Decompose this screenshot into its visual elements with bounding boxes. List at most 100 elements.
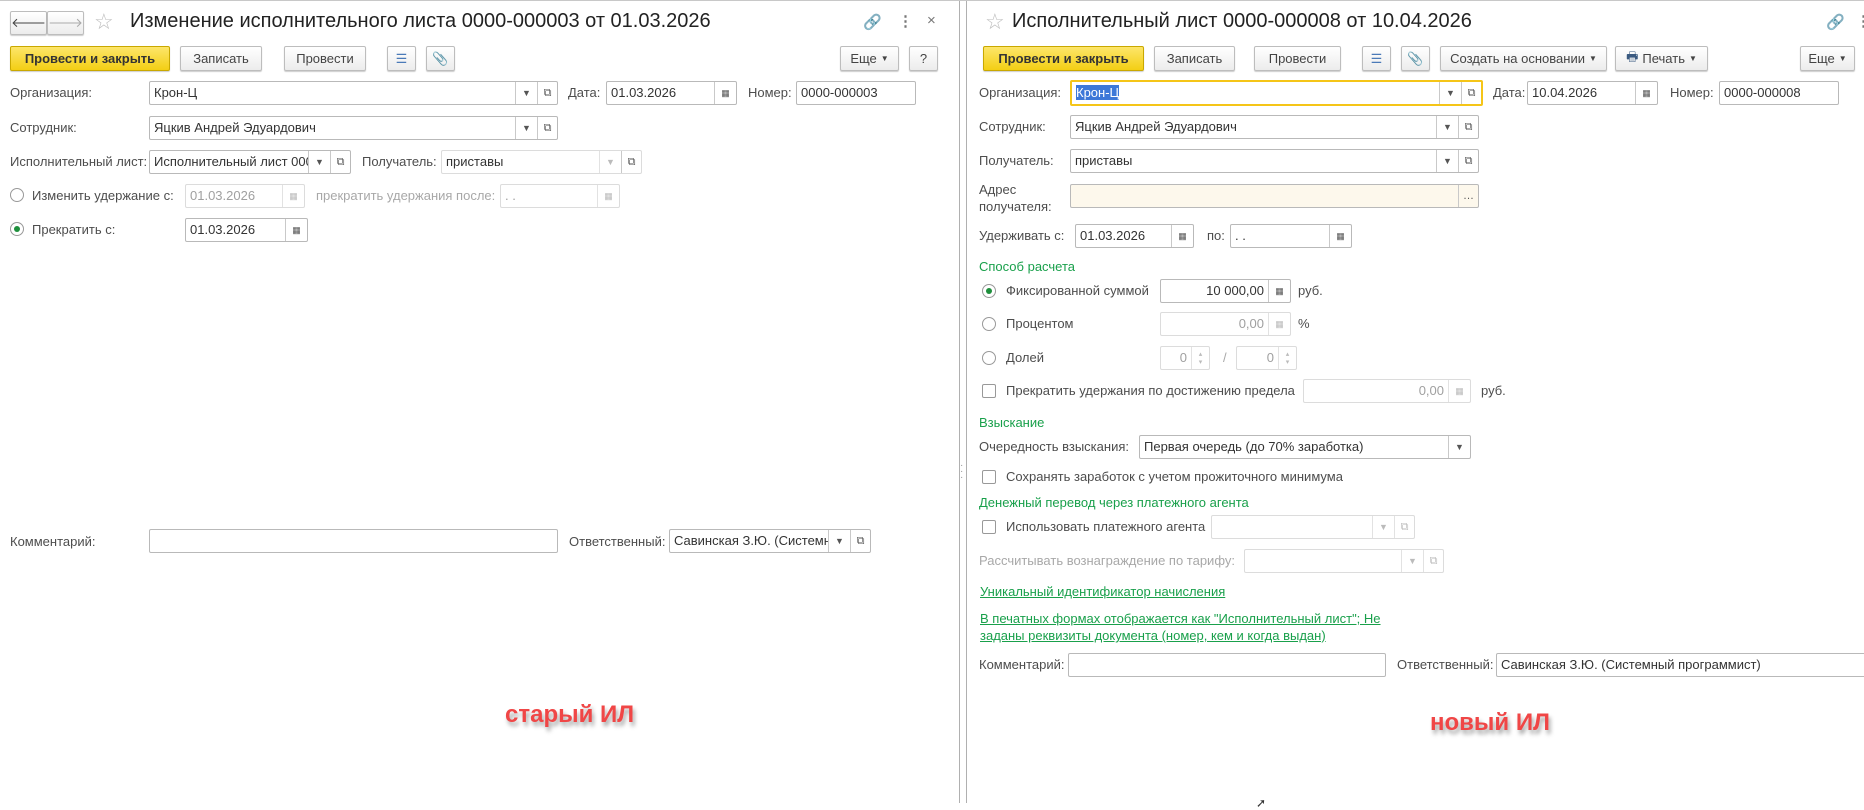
- print-button[interactable]: 🖶 Печать ▼: [1615, 46, 1708, 71]
- more-button[interactable]: Еще ▼: [1800, 46, 1855, 71]
- attach-button[interactable]: 📎: [1401, 46, 1430, 71]
- list-button[interactable]: ☰: [387, 46, 416, 71]
- print-forms-link-line2[interactable]: заданы реквизиты документа (номер, кем и…: [980, 628, 1326, 644]
- dropdown-icon[interactable]: ▼: [1401, 550, 1423, 572]
- calendar-icon[interactable]: ▦: [714, 82, 736, 104]
- open-icon[interactable]: ⧉: [1461, 82, 1481, 104]
- uid-link[interactable]: Уникальный идентификатор начисления: [980, 584, 1225, 600]
- open-icon[interactable]: ⧉: [1458, 150, 1478, 172]
- open-icon[interactable]: ⧉: [1423, 550, 1443, 572]
- number-field[interactable]: 0000-000008: [1719, 81, 1839, 105]
- comment-field[interactable]: [1068, 653, 1386, 677]
- dropdown-icon[interactable]: ▼: [828, 530, 850, 552]
- dropdown-icon[interactable]: ▼: [1439, 82, 1461, 104]
- calendar-icon[interactable]: ▦: [282, 185, 304, 207]
- create-based-on-button[interactable]: Создать на основании ▼: [1440, 46, 1607, 71]
- more-button[interactable]: Еще ▼: [840, 46, 899, 71]
- fixed-sum-radio[interactable]: [982, 284, 996, 298]
- open-icon[interactable]: ⧉: [1394, 516, 1414, 538]
- ellipsis-icon[interactable]: …: [1458, 185, 1478, 207]
- agent-field[interactable]: ▼ ⧉: [1211, 515, 1415, 539]
- help-button[interactable]: ?: [909, 46, 938, 71]
- hold-to-field[interactable]: . . ▦: [1230, 224, 1352, 248]
- dropdown-icon[interactable]: ▼: [1436, 116, 1458, 138]
- number-field[interactable]: 0000-000003: [796, 81, 916, 105]
- favorite-star-icon[interactable]: ☆: [985, 10, 1005, 34]
- dropdown-icon[interactable]: ▼: [308, 151, 330, 173]
- favorite-star-icon[interactable]: ☆: [94, 10, 114, 34]
- limit-field[interactable]: 0,00 ▦: [1303, 379, 1471, 403]
- post-button[interactable]: Провести: [284, 46, 366, 71]
- save-button[interactable]: Записать: [180, 46, 262, 71]
- tariff-field[interactable]: ▼ ⧉: [1244, 549, 1444, 573]
- share-numerator-field[interactable]: 0 ▴ ▾: [1160, 346, 1210, 370]
- open-icon[interactable]: ⧉: [1458, 116, 1478, 138]
- responsible-field[interactable]: Савинская З.Ю. (Системный программист)▼⧉: [669, 529, 871, 553]
- share-radio[interactable]: [982, 351, 996, 365]
- back-button[interactable]: 🡐: [10, 11, 47, 35]
- open-icon[interactable]: ⧉: [330, 151, 350, 173]
- comment-field[interactable]: [149, 529, 558, 553]
- priority-select[interactable]: Первая очередь (до 70% заработка) ▼: [1139, 435, 1471, 459]
- save-button[interactable]: Записать: [1154, 46, 1235, 71]
- recipient-field[interactable]: приставы ▼ ⧉: [441, 150, 642, 174]
- change-date-field[interactable]: 01.03.2026 ▦: [185, 184, 305, 208]
- change-hold-radio[interactable]: [10, 188, 24, 202]
- dropdown-icon[interactable]: ▼: [1436, 150, 1458, 172]
- percent-field[interactable]: 0,00 ▦: [1160, 312, 1291, 336]
- dropdown-icon[interactable]: ▼: [599, 151, 621, 173]
- close-icon[interactable]: ×: [927, 12, 936, 29]
- post-button[interactable]: Провести: [1254, 46, 1341, 71]
- calculator-icon[interactable]: ▦: [1268, 280, 1290, 302]
- more-vertical-icon[interactable]: ⋮: [1856, 12, 1864, 30]
- employee-field[interactable]: Яцкив Андрей Эдуардович ▼ ⧉: [149, 116, 558, 140]
- dropdown-icon[interactable]: ▼: [1372, 516, 1394, 538]
- stop-from-radio[interactable]: [10, 222, 24, 236]
- responsible-field[interactable]: Савинская З.Ю. (Системный программист): [1496, 653, 1864, 677]
- forward-button[interactable]: 🡒: [47, 11, 84, 35]
- calendar-icon[interactable]: ▦: [285, 219, 307, 241]
- open-icon[interactable]: ⧉: [537, 117, 557, 139]
- employee-field[interactable]: Яцкив Андрей Эдуардович ▼ ⧉: [1070, 115, 1479, 139]
- calculator-icon[interactable]: ▦: [1268, 313, 1290, 335]
- link-icon[interactable]: 🔗: [1826, 13, 1845, 31]
- open-icon[interactable]: ⧉: [621, 151, 641, 173]
- hold-from-field[interactable]: 01.03.2026 ▦: [1075, 224, 1194, 248]
- use-agent-checkbox[interactable]: [982, 520, 996, 534]
- subsistence-checkbox[interactable]: [982, 470, 996, 484]
- dropdown-icon[interactable]: ▼: [1448, 436, 1470, 458]
- stop-after-field[interactable]: . . ▦: [500, 184, 620, 208]
- share-denominator-field[interactable]: 0 ▴ ▾: [1236, 346, 1297, 370]
- calendar-icon[interactable]: ▦: [1329, 225, 1351, 247]
- calendar-icon[interactable]: ▦: [1171, 225, 1193, 247]
- more-vertical-icon[interactable]: ⋮: [898, 12, 913, 30]
- spinner-icon[interactable]: ▴ ▾: [1191, 347, 1209, 369]
- calendar-icon[interactable]: ▦: [1635, 82, 1657, 104]
- stop-date-field[interactable]: 01.03.2026 ▦: [185, 218, 308, 242]
- list-button[interactable]: ☰: [1362, 46, 1391, 71]
- writ-field[interactable]: Исполнительный лист 000 ▼ ⧉: [149, 150, 351, 174]
- calendar-icon[interactable]: ▦: [597, 185, 619, 207]
- org-field[interactable]: Крон-Ц ▼ ⧉: [149, 81, 558, 105]
- post-and-close-button[interactable]: Провести и закрыть: [983, 46, 1144, 71]
- dropdown-icon[interactable]: ▼: [515, 117, 537, 139]
- percent-radio[interactable]: [982, 317, 996, 331]
- splitter-handle-icon[interactable]: · · ·: [960, 461, 963, 483]
- panel-divider[interactable]: [959, 1, 960, 803]
- post-and-close-button[interactable]: Провести и закрыть: [10, 46, 170, 71]
- attach-button[interactable]: 📎: [426, 46, 455, 71]
- calculator-icon[interactable]: ▦: [1448, 380, 1470, 402]
- address-field[interactable]: …: [1070, 184, 1479, 208]
- fixed-sum-field[interactable]: 10 000,00 ▦: [1160, 279, 1291, 303]
- org-field[interactable]: Крон-Ц ▼ ⧉: [1070, 80, 1483, 106]
- print-forms-link-line1[interactable]: В печатных формах отображается как "Испо…: [980, 611, 1381, 627]
- link-icon[interactable]: 🔗: [863, 13, 882, 31]
- spinner-icon[interactable]: ▴ ▾: [1278, 347, 1296, 369]
- open-icon[interactable]: ⧉: [850, 530, 870, 552]
- date-field[interactable]: 01.03.2026 ▦: [606, 81, 737, 105]
- open-icon[interactable]: ⧉: [537, 82, 557, 104]
- limit-checkbox[interactable]: [982, 384, 996, 398]
- recipient-field[interactable]: приставы ▼ ⧉: [1070, 149, 1479, 173]
- dropdown-icon[interactable]: ▼: [515, 82, 537, 104]
- date-field[interactable]: 10.04.2026 ▦: [1527, 81, 1658, 105]
